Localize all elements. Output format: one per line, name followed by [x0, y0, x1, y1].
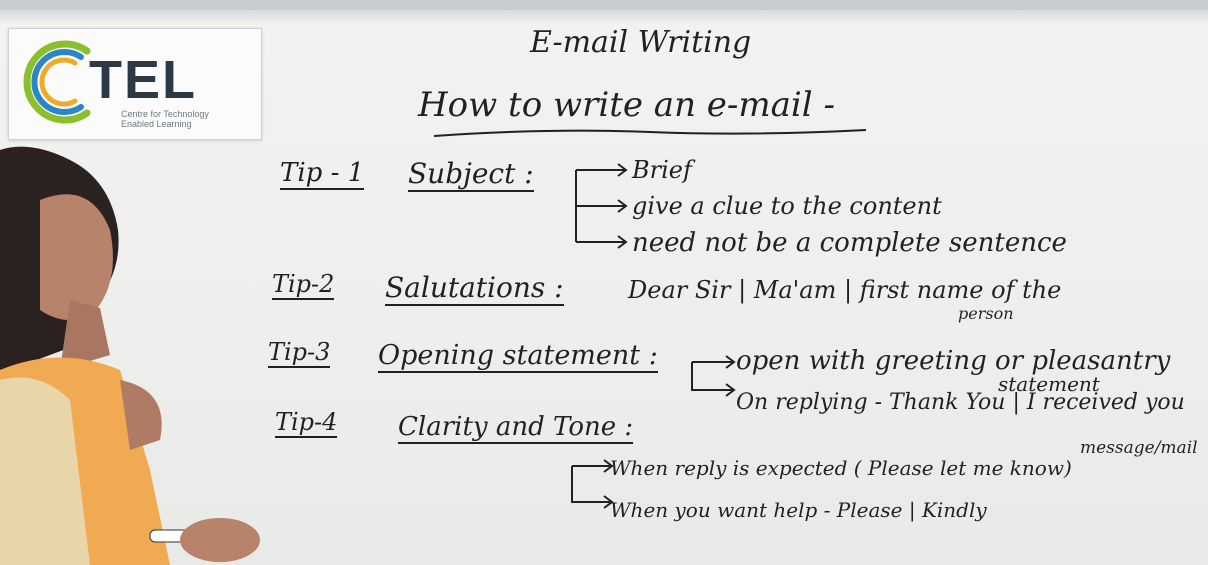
tip4-topic: Clarity and Tone : — [398, 412, 634, 444]
logo-subtitle-line1: Centre for Technology — [121, 109, 209, 119]
logo-subtitle: Centre for Technology Enabled Learning — [121, 109, 209, 129]
whiteboard-frame — [0, 10, 1208, 22]
tip3-label: Tip-3 — [268, 338, 331, 368]
tip1-arrows — [575, 163, 628, 249]
tip1-label: Tip - 1 — [280, 158, 365, 190]
tip3-point-1: open with greeting or pleasantry — [736, 346, 1171, 376]
tip4-arrows — [571, 459, 614, 509]
board-title: E-mail Writing — [530, 25, 752, 60]
tip2-text-2: person — [958, 304, 1014, 323]
tip1-point-3: need not be a complete sentence — [632, 228, 1067, 258]
tip1-topic: Subject : — [408, 157, 534, 192]
tip2-topic: Salutations : — [385, 271, 564, 306]
logo-brand-text: TEL — [89, 50, 197, 110]
tip4-point-1: When reply is expected ( Please let me k… — [610, 456, 1072, 480]
tip3-point-2: On replying - Thank You | I received you — [736, 390, 1185, 415]
tip1-point-1: Brief — [632, 156, 692, 184]
heading-underline — [433, 129, 867, 137]
tip4-label: Tip-4 — [275, 408, 338, 438]
board-heading: How to write an e-mail - — [418, 85, 835, 125]
tip2-text: Dear Sir | Ma'am | first name of the — [628, 276, 1062, 304]
tel-logo: TEL Centre for Technology Enabled Learni… — [8, 28, 262, 140]
logo-subtitle-line2: Enabled Learning — [121, 119, 192, 129]
tip3-topic: Opening statement : — [378, 340, 658, 373]
tip3-point-2b: message/mail — [1080, 438, 1198, 458]
tip3-arrows — [691, 355, 736, 397]
tip1-point-2: give a clue to the content — [632, 192, 942, 220]
tip2-label: Tip-2 — [272, 270, 335, 300]
presenter-figure — [0, 146, 260, 565]
tip4-point-2: When you want help - Please | Kindly — [610, 498, 987, 522]
